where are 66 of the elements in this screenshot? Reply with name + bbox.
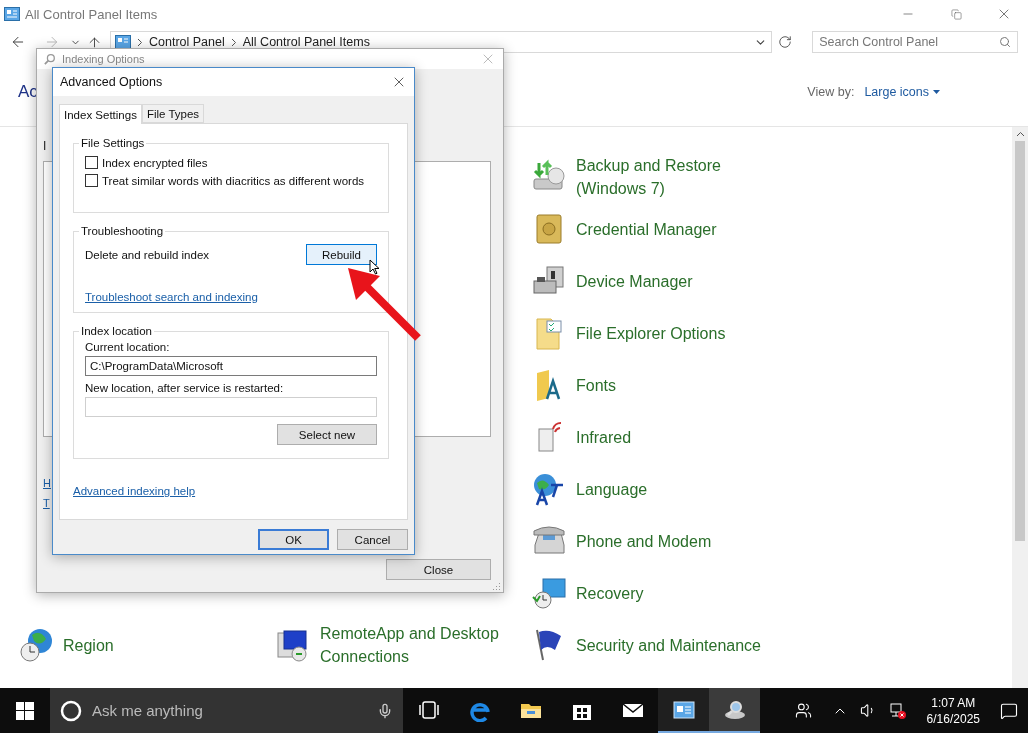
view-by-dropdown[interactable]: Large icons	[864, 84, 940, 99]
checkbox-label: Index encrypted files	[102, 156, 208, 169]
control-panel-link[interactable]: Infrared	[576, 425, 632, 449]
rebuild-description: Delete and rebuild index	[85, 248, 210, 261]
help-link[interactable]: Advanced indexing help	[73, 485, 196, 497]
field-label: Current location:	[85, 341, 171, 353]
control-panel-link[interactable]: Credential Manager	[576, 217, 717, 241]
people-icon[interactable]	[794, 702, 812, 719]
window-title: Indexing Options	[62, 53, 145, 65]
troubleshoot-link[interactable]: Troubleshoot search and indexing	[85, 291, 258, 303]
breadcrumb[interactable]: Control Panel	[149, 35, 225, 49]
tab[interactable]: File Types	[141, 104, 205, 123]
checkbox[interactable]	[85, 174, 98, 187]
microphone-icon	[377, 702, 393, 719]
control-panel-link[interactable]: Backup and Restore (Windows 7)	[576, 154, 776, 200]
group-title: Troubleshooting	[80, 225, 165, 237]
dialog-button[interactable]: Cancel	[337, 529, 408, 550]
windows-logo-icon[interactable]	[16, 701, 34, 720]
select-new-button[interactable]: Select new	[277, 424, 377, 445]
monitor-clock-icon	[531, 575, 567, 611]
magnifier-icon	[44, 53, 56, 65]
checkbox[interactable]	[85, 156, 98, 169]
control-panel-icon	[4, 7, 20, 21]
current-location-field[interactable]: C:\ProgramData\Microsoft	[85, 356, 377, 376]
search-icon	[999, 36, 1011, 48]
label-fragment: I	[43, 139, 47, 153]
network-error-icon[interactable]	[888, 701, 907, 720]
scrollbar[interactable]	[1012, 127, 1028, 688]
refresh-icon[interactable]	[778, 35, 793, 49]
window-title: All Control Panel Items	[25, 6, 158, 22]
group-title: Index location	[80, 325, 153, 337]
control-panel-link[interactable]: Recovery	[576, 581, 644, 605]
tab[interactable]: Index Settings	[59, 104, 142, 124]
dialog-button[interactable]: OK	[258, 529, 329, 550]
control-panel-link[interactable]: Device Manager	[576, 269, 693, 293]
rebuild-button[interactable]: Rebuild	[306, 244, 377, 265]
dialog-title: Advanced Options	[60, 75, 163, 89]
chevron-right-icon	[230, 37, 237, 47]
new-location-field[interactable]	[85, 397, 377, 417]
help-link[interactable]: H	[43, 477, 51, 489]
globe-clock-icon	[18, 627, 54, 663]
view-by-label: View by:	[807, 84, 855, 99]
caret-icon[interactable]	[933, 89, 940, 94]
chevron-right-icon	[137, 37, 143, 47]
clock-date[interactable]: 6/16/2025	[926, 710, 980, 727]
scroll-up-icon[interactable]	[1015, 131, 1025, 137]
mouse-cursor-icon	[369, 259, 380, 275]
field-label: New location, after service is restarted:	[85, 382, 285, 394]
help-link[interactable]: T	[43, 497, 50, 509]
close-button[interactable]: Close	[386, 559, 491, 580]
control-panel-link[interactable]: Region	[63, 633, 114, 657]
control-panel-link[interactable]: Phone and Modem	[576, 529, 712, 553]
circle-icon	[60, 699, 82, 722]
control-panel-link[interactable]: RemoteApp and Desktop Connections	[320, 622, 520, 668]
notification-icon[interactable]	[1000, 701, 1018, 720]
checkbox-label: Treat similar words with diacritics as different words	[102, 174, 365, 187]
control-panel-link[interactable]: Language	[576, 477, 648, 501]
group-title: File Settings	[80, 137, 146, 149]
search-field[interactable]: Search Control Panel	[812, 31, 1018, 53]
control-panel-link[interactable]: File Explorer Options	[576, 321, 726, 345]
breadcrumb[interactable]: All Control Panel Items	[242, 35, 370, 49]
control-panel-link[interactable]: Fonts	[576, 373, 616, 397]
taskbar-search-field[interactable]: Ask me anything	[50, 688, 403, 733]
control-panel-link[interactable]: Security and Maintenance	[576, 633, 761, 657]
clock-time[interactable]: 1:07 AM	[931, 694, 976, 711]
resize-grip-icon[interactable]	[493, 582, 501, 590]
